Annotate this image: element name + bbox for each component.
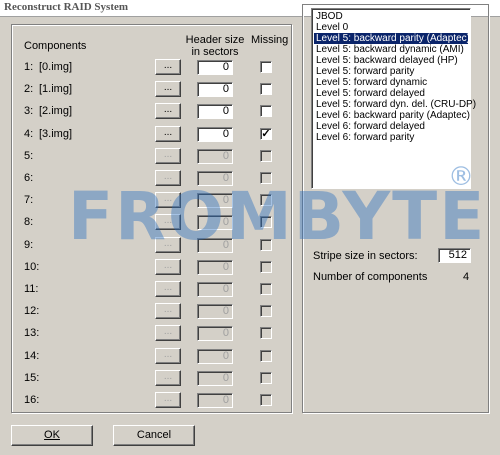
- raid-level-list[interactable]: JBOD Level 0 Level 5: backward parity (Ada…: [311, 8, 476, 189]
- raid-level-item[interactable]: Level 6: forward delayed: [314, 121, 468, 132]
- component-number: 13:: [24, 327, 40, 339]
- component-file: [2.img]: [39, 105, 73, 117]
- missing-checkbox[interactable]: [260, 83, 272, 95]
- raid-level-item[interactable]: Level 5: backward delayed (HP): [314, 55, 468, 66]
- missing-checkbox[interactable]: [260, 350, 272, 362]
- missing-checkbox[interactable]: [260, 327, 272, 339]
- component-number: 2:: [24, 83, 34, 95]
- component-number: 11:: [24, 283, 39, 295]
- missing-checkbox[interactable]: [260, 172, 272, 184]
- browse-button[interactable]: ...: [155, 281, 181, 297]
- missing-checkbox[interactable]: [260, 261, 272, 273]
- window-title: Reconstruct RAID System: [4, 1, 129, 13]
- header-size-input[interactable]: 0: [197, 171, 233, 186]
- header-size-input[interactable]: 0: [197, 104, 233, 119]
- stripe-size-input[interactable]: 512: [438, 248, 471, 263]
- browse-button[interactable]: ...: [155, 303, 181, 319]
- cancel-button[interactable]: Cancel: [113, 425, 195, 446]
- browse-button[interactable]: ...: [155, 325, 181, 341]
- component-number: 6:: [24, 172, 34, 184]
- missing-checkbox[interactable]: [260, 394, 272, 406]
- component-number: 7:: [24, 194, 34, 206]
- stripe-size-label: Stripe size in sectors:: [313, 250, 418, 262]
- raid-level-item[interactable]: Level 5: forward delayed: [314, 88, 468, 99]
- browse-button[interactable]: ...: [155, 170, 181, 186]
- browse-button[interactable]: ...: [155, 103, 181, 119]
- header-size-input[interactable]: 0: [197, 60, 233, 75]
- raid-level-item[interactable]: Level 5: forward dyn. del. (CRU-DP): [314, 99, 476, 110]
- header-size-input[interactable]: 0: [197, 127, 233, 142]
- header-size-input[interactable]: 0: [197, 393, 233, 408]
- component-number: 15:: [24, 372, 40, 384]
- component-file: [1.img]: [39, 83, 73, 95]
- missing-checkbox[interactable]: ✓: [260, 128, 272, 140]
- browse-button[interactable]: ...: [155, 214, 181, 230]
- component-file: [0.img]: [39, 61, 73, 73]
- browse-button[interactable]: ...: [155, 126, 181, 142]
- missing-checkbox[interactable]: [260, 372, 272, 384]
- browse-button[interactable]: ...: [155, 59, 181, 75]
- header-size-column-header: Header size in sectors: [185, 34, 245, 58]
- header-size-input[interactable]: 0: [197, 260, 233, 275]
- missing-column-header: Missing: [251, 34, 289, 46]
- raid-level-item[interactable]: Level 0: [314, 22, 468, 33]
- number-of-components-value: 4: [463, 271, 470, 283]
- header-size-input[interactable]: 0: [197, 282, 233, 297]
- component-number: 14:: [24, 350, 40, 362]
- header-size-input[interactable]: 0: [197, 149, 233, 164]
- missing-checkbox[interactable]: [260, 194, 272, 206]
- component-number: 9:: [24, 239, 34, 251]
- missing-checkbox[interactable]: [260, 305, 272, 317]
- component-number: 16:: [24, 394, 40, 406]
- header-size-input[interactable]: 0: [197, 238, 233, 253]
- component-number: 3:: [24, 105, 34, 117]
- header-size-input[interactable]: 0: [197, 304, 233, 319]
- raid-level-item[interactable]: Level 6: forward parity: [314, 132, 468, 143]
- missing-checkbox[interactable]: [260, 283, 272, 295]
- component-number: 12:: [24, 305, 40, 317]
- raid-level-item[interactable]: Level 6: backward parity (Adaptec): [314, 110, 470, 121]
- browse-button[interactable]: ...: [155, 81, 181, 97]
- component-number: 4:: [24, 128, 34, 140]
- missing-checkbox[interactable]: [260, 216, 272, 228]
- component-file: [3.img]: [39, 128, 73, 140]
- components-header: Components: [24, 40, 87, 52]
- component-number: 10:: [24, 261, 40, 273]
- browse-button[interactable]: ...: [155, 237, 181, 253]
- header-size-input[interactable]: 0: [197, 326, 233, 341]
- header-size-input[interactable]: 0: [197, 193, 233, 208]
- raid-level-item[interactable]: Level 5: forward dynamic: [314, 77, 468, 88]
- raid-level-item[interactable]: JBOD: [314, 11, 468, 22]
- header-size-input[interactable]: 0: [197, 371, 233, 386]
- raid-level-item[interactable]: Level 5: forward parity: [314, 66, 468, 77]
- header-size-input[interactable]: 0: [197, 82, 233, 97]
- component-number: 8:: [24, 216, 34, 228]
- header-size-input[interactable]: 0: [197, 349, 233, 364]
- ok-button[interactable]: OK: [11, 425, 93, 446]
- component-number: 1:: [24, 61, 34, 73]
- missing-checkbox[interactable]: [260, 61, 272, 73]
- browse-button[interactable]: ...: [155, 392, 181, 408]
- missing-checkbox[interactable]: [260, 105, 272, 117]
- component-number: 5:: [24, 150, 34, 162]
- header-size-input[interactable]: 0: [197, 215, 233, 230]
- missing-checkbox[interactable]: [260, 150, 272, 162]
- number-of-components-label: Number of components: [313, 271, 428, 283]
- raid-level-item[interactable]: Level 5: backward parity (Adaptec): [314, 33, 470, 44]
- raid-level-item[interactable]: Level 5: backward dynamic (AMI): [314, 44, 468, 55]
- browse-button[interactable]: ...: [155, 370, 181, 386]
- browse-button[interactable]: ...: [155, 259, 181, 275]
- browse-button[interactable]: ...: [155, 192, 181, 208]
- missing-checkbox[interactable]: [260, 239, 272, 251]
- browse-button[interactable]: ...: [155, 348, 181, 364]
- browse-button[interactable]: ...: [155, 148, 181, 164]
